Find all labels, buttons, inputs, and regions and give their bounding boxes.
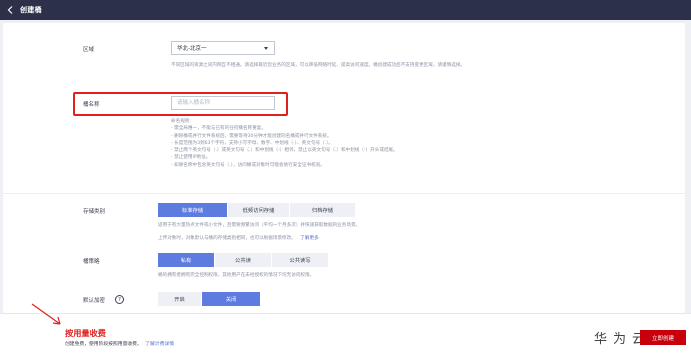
encryption-off[interactable]: 关闭 (202, 292, 261, 306)
region-help: 不同区域的资源之间内网互不相通。请选择靠近您业务的区域，可以降低网络时延、提高访… (171, 63, 466, 68)
fee-description-text: 创建免费，使用阶段按照用量收费。 (65, 342, 142, 347)
policy-public-read[interactable]: 公共读 (215, 253, 272, 267)
default-encryption-label: 默认加密 (83, 298, 106, 304)
storage-class-label: 存储类别 (83, 209, 106, 215)
create-now-button[interactable]: 立即创建 (640, 330, 686, 345)
bucket-name-input[interactable] (171, 96, 275, 110)
rule-line: - 禁止使用IP地址。 (171, 155, 211, 161)
region-select-value: 华北-北京一 (177, 46, 207, 52)
page-title: 创建桶 (20, 6, 42, 14)
region-label: 区域 (83, 47, 95, 53)
storage-class-archive[interactable]: 归档存储 (290, 203, 356, 217)
storage-class-note: 上传对象时，对象默认与桶的存储类别相同，也可以根据场景修改。 了解更多 (158, 235, 319, 242)
rule-line: 命名规则: (171, 119, 191, 124)
rule-line: - 需全局唯一，不能与已有的任何桶名称重复。 (171, 126, 266, 132)
rule-line: - 禁止两个英文句号（.）或英文句号（.）和中划线（-）相邻，禁止以英文句号（.… (171, 148, 398, 154)
encryption-on[interactable]: 开启 (158, 292, 202, 306)
top-bar: 创建桶 (0, 0, 691, 20)
fee-description: 创建免费，使用阶段按照用量收费。 了解计费详情 (65, 340, 174, 347)
fee-details-link[interactable]: 了解计费详情 (145, 342, 174, 347)
encryption-selector: 开启 关闭 (158, 292, 261, 306)
bucket-name-label: 桶名称 (83, 102, 100, 108)
bucket-policy-selector: 私有 公共读 公共读写 (158, 253, 329, 267)
section-divider (3, 193, 685, 194)
bucket-policy-label: 桶策略 (83, 259, 100, 265)
storage-class-selector: 标准存储 低频访问存储 归档存储 (158, 203, 356, 217)
storage-class-note-text: 上传对象时，对象默认与桶的存储类别相同，也可以根据场景修改。 (158, 236, 296, 241)
policy-public-read-write[interactable]: 公共读写 (272, 253, 329, 267)
caret-down-icon (264, 47, 268, 50)
learn-more-link[interactable]: 了解更多 (300, 236, 318, 241)
storage-class-standard[interactable]: 标准存储 (158, 203, 228, 217)
rule-line: - 删除桶或并行文件系统后，需要等待30分钟才能创建同名桶或并行文件系统。 (171, 133, 332, 139)
rule-line: - 长度范围为3到63个字符，支持小写字母、数字、中划线（-）、英文句号（.）。 (171, 140, 334, 146)
question-circle-icon[interactable]: ? (115, 295, 124, 304)
bucket-name-rules: 命名规则: - 需全局唯一，不能与已有的任何桶名称重复。 - 删除桶或并行文件系… (171, 118, 398, 169)
rule-line: - 如果名称中包含英文句号（.），访问桶或对象时可能会进行安全证书校验。 (171, 162, 325, 168)
storage-class-infrequent[interactable]: 低频访问存储 (228, 203, 290, 217)
policy-private[interactable]: 私有 (158, 253, 215, 267)
region-select[interactable]: 华北-北京一 (171, 41, 275, 55)
fee-title: 按用量收费 (65, 328, 106, 338)
storage-class-help: 适用于有大量热点文件或小文件，且需要频繁访问（平均一个月多次）并快速获取数据的业… (158, 223, 361, 228)
bucket-policy-help: 桶的拥有者拥有完全控制权限，其他用户在未经授权的情况下均无访问权限。 (158, 273, 315, 278)
chevron-left-icon[interactable] (0, 0, 20, 20)
